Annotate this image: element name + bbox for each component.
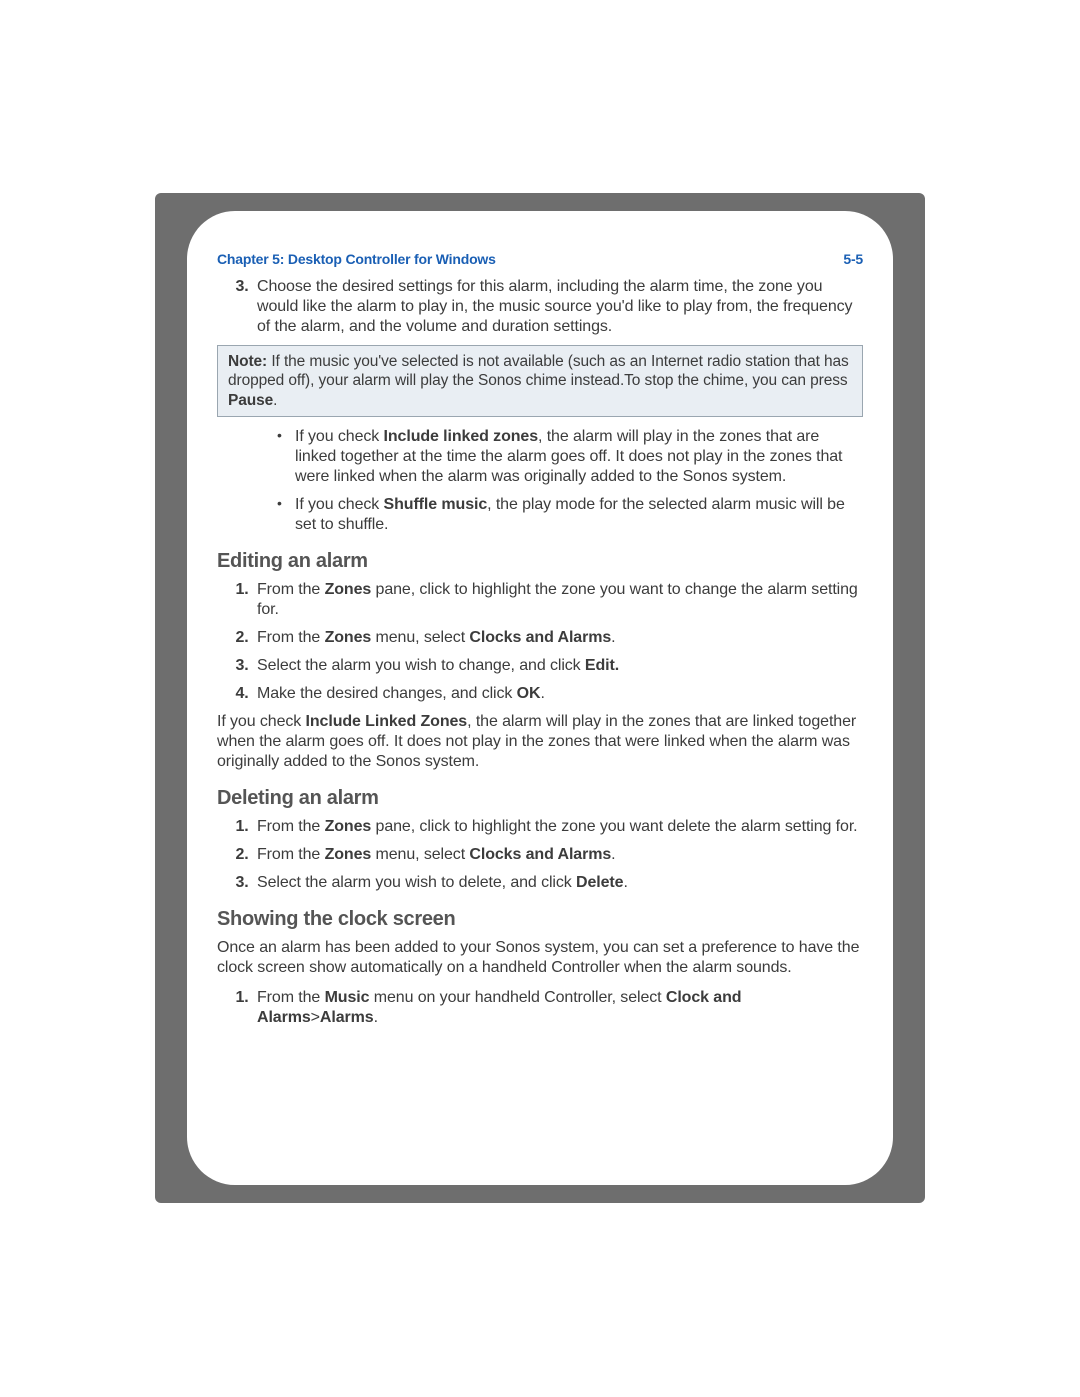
editing-step-1: From the Zones pane, click to highlight … — [253, 580, 863, 620]
epbold: Include Linked Zones — [306, 713, 468, 730]
c1c: > — [311, 1009, 320, 1026]
note-body-b: . — [273, 392, 277, 409]
d1bold: Zones — [325, 818, 372, 835]
continued-steps: Choose the desired settings for this ala… — [217, 277, 863, 337]
page-number: 5-5 — [843, 251, 863, 267]
clock-step-1: From the Music menu on your handheld Con… — [253, 988, 863, 1028]
c1a: From the — [257, 989, 325, 1006]
bullet-2a: If you check — [295, 496, 384, 513]
editing-note-para: If you check Include Linked Zones, the a… — [217, 712, 863, 772]
e1bold: Zones — [325, 581, 372, 598]
step-3: Choose the desired settings for this ala… — [253, 277, 863, 337]
deleting-steps: From the Zones pane, click to highlight … — [217, 817, 863, 893]
deleting-step-1: From the Zones pane, click to highlight … — [253, 817, 863, 837]
e2a: From the — [257, 629, 325, 646]
editing-steps: From the Zones pane, click to highlight … — [217, 580, 863, 704]
step-3-text: Choose the desired settings for this ala… — [257, 278, 852, 335]
page-frame: Chapter 5: Desktop Controller for Window… — [155, 193, 925, 1203]
bullet-linked-zones: If you check Include linked zones, the a… — [277, 427, 863, 487]
clock-intro: Once an alarm has been added to your Son… — [217, 938, 863, 978]
heading-clock-screen: Showing the clock screen — [217, 907, 863, 932]
e2b: menu, select — [371, 629, 469, 646]
epa: If you check — [217, 713, 306, 730]
e3bold: Edit. — [585, 657, 619, 674]
d3bold: Delete — [576, 874, 623, 891]
d2b: menu, select — [371, 846, 469, 863]
editing-step-2: From the Zones menu, select Clocks and A… — [253, 628, 863, 648]
note-body-a: If the music you've selected is not avai… — [228, 353, 849, 389]
canvas: Chapter 5: Desktop Controller for Window… — [0, 0, 1080, 1397]
d3a: Select the alarm you wish to delete, and… — [257, 874, 576, 891]
d2c: . — [611, 846, 615, 863]
heading-editing-alarm: Editing an alarm — [217, 549, 863, 574]
c1bold3: Alarms — [320, 1009, 374, 1026]
note-pause: Pause — [228, 392, 273, 409]
d1b: pane, click to highlight the zone you wa… — [371, 818, 857, 835]
bullet-1-bold: Include linked zones — [384, 428, 538, 445]
c1b: menu on your handheld Controller, select — [369, 989, 665, 1006]
bullet-1a: If you check — [295, 428, 384, 445]
sub-bullets: If you check Include linked zones, the a… — [217, 427, 863, 535]
e4bold: OK — [517, 685, 541, 702]
editing-step-3: Select the alarm you wish to change, and… — [253, 656, 863, 676]
c1bold1: Music — [325, 989, 370, 1006]
e2c: . — [611, 629, 615, 646]
deleting-step-3: Select the alarm you wish to delete, and… — [253, 873, 863, 893]
editing-step-4: Make the desired changes, and click OK. — [253, 684, 863, 704]
d2bold1: Zones — [325, 846, 372, 863]
e2bold1: Zones — [325, 629, 372, 646]
e3a: Select the alarm you wish to change, and… — [257, 657, 585, 674]
clock-steps: From the Music menu on your handheld Con… — [217, 988, 863, 1028]
d1a: From the — [257, 818, 325, 835]
e4a: Make the desired changes, and click — [257, 685, 517, 702]
page-content: Choose the desired settings for this ala… — [217, 277, 863, 1028]
d2a: From the — [257, 846, 325, 863]
bullet-2-bold: Shuffle music — [384, 496, 488, 513]
d2bold2: Clocks and Alarms — [469, 846, 611, 863]
heading-deleting-alarm: Deleting an alarm — [217, 786, 863, 811]
note-label: Note: — [228, 353, 267, 370]
bullet-shuffle: If you check Shuffle music, the play mod… — [277, 495, 863, 535]
running-header: Chapter 5: Desktop Controller for Window… — [217, 251, 863, 267]
c1d: . — [374, 1009, 378, 1026]
e2bold2: Clocks and Alarms — [469, 629, 611, 646]
d3b: . — [623, 874, 627, 891]
note-box: Note: If the music you've selected is no… — [217, 345, 863, 417]
chapter-label: Chapter 5: Desktop Controller for Window… — [217, 251, 496, 267]
e4b: . — [540, 685, 544, 702]
deleting-step-2: From the Zones menu, select Clocks and A… — [253, 845, 863, 865]
e1a: From the — [257, 581, 325, 598]
document-page: Chapter 5: Desktop Controller for Window… — [187, 211, 893, 1185]
